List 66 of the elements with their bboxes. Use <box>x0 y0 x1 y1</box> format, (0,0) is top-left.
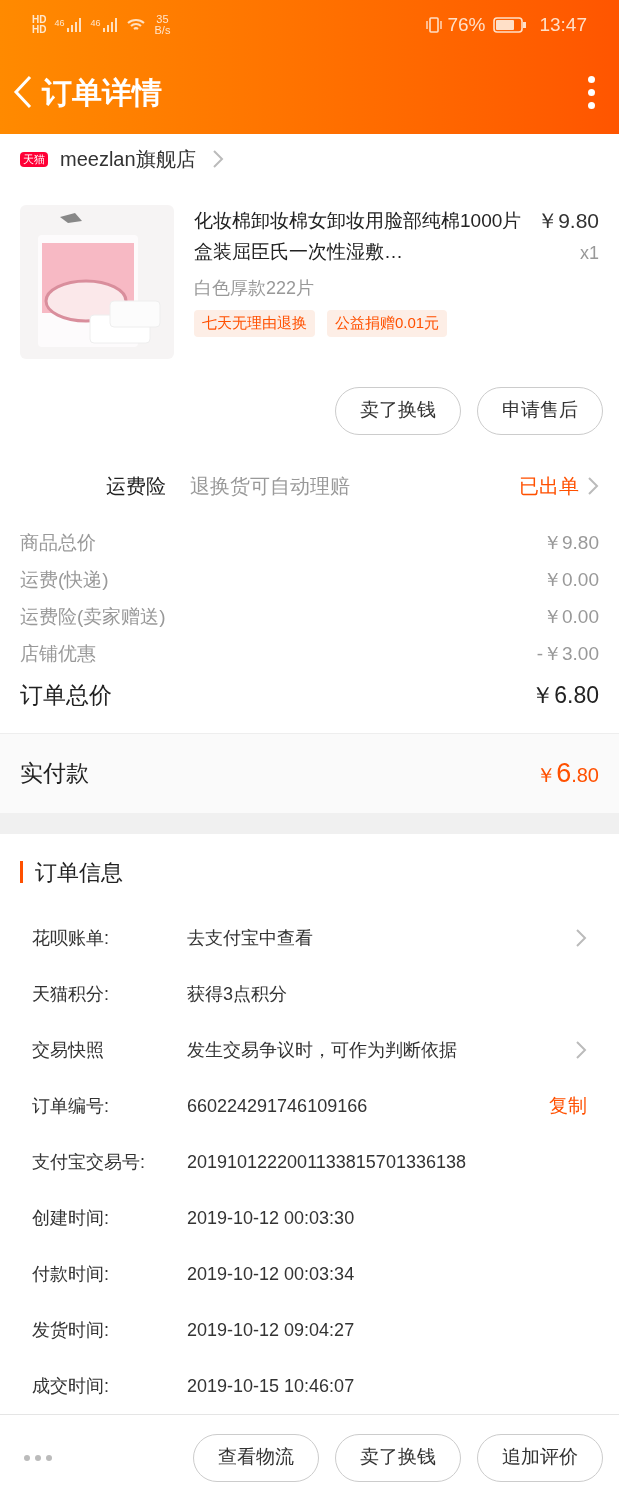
info-label: 天猫积分: <box>32 982 110 1006</box>
battery-icon <box>493 16 528 34</box>
more-options-button[interactable] <box>24 1454 52 1461</box>
vibrate-icon <box>425 16 444 34</box>
info-value: 获得3点积分 <box>187 982 288 1006</box>
service-tag: 七天无理由退换 <box>194 310 315 337</box>
store-link[interactable]: meezlan旗舰店 <box>60 144 224 175</box>
info-value: 2019-10-12 00:03:30 <box>187 1206 356 1230</box>
info-label: 订单编号: <box>32 1094 110 1118</box>
chevron-right-icon <box>575 928 587 949</box>
insurance-label: 运费险 <box>106 473 166 499</box>
network-label: HD <box>32 25 47 35</box>
info-value: 2019-10-12 00:03:34 <box>187 1262 356 1286</box>
insurance-description: 退换货可自动理赔 <box>190 473 351 499</box>
fee-label: 店铺优惠 <box>20 642 96 667</box>
info-label: 花呗账单: <box>32 926 110 950</box>
section-title: 订单信息 <box>35 858 123 887</box>
action-button[interactable]: 追加评价 <box>477 1433 603 1482</box>
back-button[interactable] <box>12 74 34 110</box>
info-value: 660224291746109166 <box>187 1094 369 1118</box>
product-quantity: x1 <box>580 242 599 266</box>
info-label: 发货时间: <box>32 1318 110 1342</box>
page-title: 订单详情 <box>42 74 162 111</box>
info-value: 2019-10-15 10:46:07 <box>187 1374 356 1398</box>
chevron-right-icon <box>587 475 599 496</box>
action-button[interactable]: 卖了换钱 <box>335 1433 461 1482</box>
fee-value: ￥0.00 <box>543 605 599 630</box>
battery-percent: 76% <box>447 12 486 37</box>
fee-value: ￥0.00 <box>543 568 599 593</box>
info-value: 2019-10-12 09:04:27 <box>187 1318 356 1342</box>
network-type-label: 46 <box>90 17 101 30</box>
fee-value: -￥3.00 <box>536 642 599 667</box>
info-label: 成交时间: <box>32 1374 110 1398</box>
info-label: 交易快照 <box>32 1038 105 1062</box>
product-variant: 白色厚款222片 <box>194 277 316 301</box>
chevron-right-icon <box>575 1040 587 1061</box>
info-value: 发生交易争议时，可作为判断依据 <box>187 1038 458 1062</box>
fee-value: ￥9.80 <box>543 531 599 556</box>
info-value: 去支付宝中查看 <box>187 926 314 950</box>
speed-unit: B/s <box>154 25 171 36</box>
action-button[interactable]: 查看物流 <box>193 1433 319 1482</box>
fee-label: 运费险(卖家赠送) <box>20 605 166 630</box>
order-total-label: 订单总价 <box>20 680 112 710</box>
order-total-value: ￥6.80 <box>531 680 599 710</box>
action-button[interactable]: 申请售后 <box>477 386 603 435</box>
speed-value: 35 <box>156 14 169 25</box>
info-label: 付款时间: <box>32 1262 110 1286</box>
store-badge: 天猫 <box>20 151 48 167</box>
wifi-icon <box>126 17 147 33</box>
network-label: HD <box>32 15 47 25</box>
network-type-label: 46 <box>54 17 65 30</box>
paid-amount: ￥6.80 <box>536 757 599 791</box>
product-price: ￥9.80 <box>537 207 599 234</box>
fee-label: 商品总价 <box>20 531 96 556</box>
signal-icon <box>102 17 119 33</box>
paid-label: 实付款 <box>20 759 89 789</box>
action-button[interactable]: 卖了换钱 <box>335 386 461 435</box>
info-value: 2019101222001133815701336138 <box>187 1150 467 1174</box>
info-label: 支付宝交易号: <box>32 1150 146 1174</box>
signal-icon <box>66 17 83 33</box>
service-tag: 公益捐赠0.01元 <box>327 310 448 337</box>
info-label: 创建时间: <box>32 1206 110 1230</box>
chevron-right-icon <box>211 149 224 170</box>
fee-label: 运费(快递) <box>20 568 109 593</box>
clock: 13:47 <box>539 12 587 37</box>
product-title: 化妆棉卸妆棉女卸妆用脸部纯棉1000片盒装屈臣氏一次性湿敷… <box>194 208 523 264</box>
